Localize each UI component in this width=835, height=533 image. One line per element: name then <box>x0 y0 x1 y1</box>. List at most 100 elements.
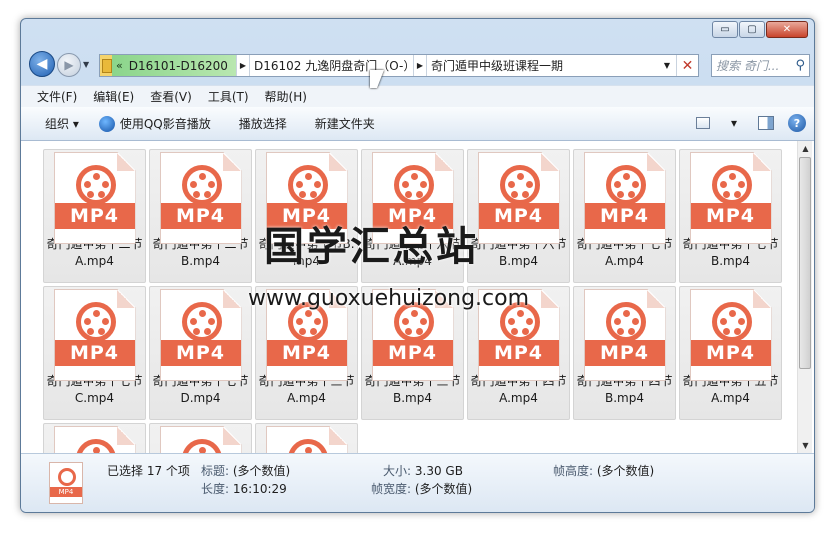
organize-button[interactable]: 组织 ▾ <box>45 115 79 132</box>
page-fold <box>752 153 771 171</box>
vertical-scrollbar[interactable]: ▲ ▼ <box>797 141 812 453</box>
breadcrumb-label: D16101-D16200 <box>128 58 228 73</box>
frame-width-field: 帧宽度: (多个数值) <box>371 480 472 497</box>
menu-help[interactable]: 帮助(H) <box>265 88 307 105</box>
file-item[interactable]: MP4 奇门遁甲第十五节A.mp4 <box>679 286 782 420</box>
film-reel-icon <box>181 165 222 205</box>
size-value: 3.30 GB <box>414 464 463 478</box>
search-placeholder: 搜索 奇门... <box>716 59 780 73</box>
file-item[interactable] <box>255 423 358 453</box>
title-value[interactable]: (多个数值) <box>233 464 290 478</box>
view-dropdown-icon[interactable]: ▾ <box>724 114 744 132</box>
file-item[interactable] <box>149 423 252 453</box>
mp4-file-icon: MP4 <box>583 289 666 381</box>
back-button[interactable]: ◀ <box>29 51 55 77</box>
folder-icon <box>102 58 112 73</box>
film-reel-icon <box>181 439 222 453</box>
film-reel-icon <box>287 439 328 453</box>
mp4-file-icon: MP4 <box>159 152 242 244</box>
file-item[interactable]: MP4 奇门遁甲第十七节B.mp4 <box>679 149 782 283</box>
film-reel-icon <box>605 302 646 342</box>
breadcrumb-current[interactable]: 奇门遁甲中级班课程一期 <box>427 55 658 76</box>
film-reel-icon <box>181 302 222 342</box>
file-item[interactable] <box>43 423 146 453</box>
page-fold <box>222 427 241 445</box>
breadcrumb-course[interactable]: D16102 九逸阴盘奇门（O-） <box>250 55 413 76</box>
mp4-file-icon: MP4 <box>159 289 242 381</box>
mp4-badge: MP4 <box>266 340 347 366</box>
breadcrumb-label: D16102 九逸阴盘奇门（O-） <box>254 59 413 73</box>
film-reel-icon <box>499 165 540 205</box>
page-fold <box>752 290 771 308</box>
search-input[interactable]: 搜索 奇门... ⚲ <box>711 54 810 77</box>
minimize-button[interactable]: ▭ <box>712 21 738 38</box>
mp4-badge: MP4 <box>584 340 665 366</box>
menu-bar: 文件(F) 编辑(E) 查看(V) 工具(T) 帮助(H) <box>21 85 814 107</box>
maximize-button[interactable]: ▢ <box>739 21 765 38</box>
recent-pages-button[interactable]: ▼ <box>83 60 89 69</box>
menu-view[interactable]: 查看(V) <box>150 88 192 105</box>
play-selection-button[interactable]: 播放选择 <box>239 115 287 132</box>
qq-play-button[interactable]: 使用QQ影音播放 <box>98 115 211 132</box>
menu-file[interactable]: 文件(F) <box>37 88 77 105</box>
film-reel-icon <box>711 302 752 342</box>
close-button[interactable]: ✕ <box>766 21 808 38</box>
mp4-badge: MP4 <box>478 340 559 366</box>
mp4-badge: MP4 <box>160 340 241 366</box>
menu-edit[interactable]: 编辑(E) <box>93 88 134 105</box>
stop-button[interactable]: ✕ <box>676 55 698 76</box>
qq-play-label: 使用QQ影音播放 <box>119 117 211 131</box>
command-bar: 组织 ▾ 使用QQ影音播放 播放选择 新建文件夹 ▾ ? <box>21 107 814 141</box>
mp4-file-icon: MP4 <box>689 289 772 381</box>
file-item[interactable]: MP4 奇门遁甲第十七节A.mp4 <box>573 149 676 283</box>
new-folder-button[interactable]: 新建文件夹 <box>315 115 375 132</box>
breadcrumb-separator[interactable]: ▶ <box>413 55 427 76</box>
watermark-url: www.guoxuehuizong.com <box>248 286 530 311</box>
toolbar-right: ▾ ? <box>696 114 806 132</box>
history-chevron-icon[interactable]: « <box>116 59 123 72</box>
mp4-badge: MP4 <box>54 203 135 229</box>
address-dropdown[interactable]: ▼ <box>658 55 676 76</box>
details-pane: MP4 已选择 17 个项 标题: (多个数值) 长度: 16:10:29 大小… <box>21 453 814 512</box>
frame-height-value[interactable]: (多个数值) <box>597 464 654 478</box>
file-item[interactable]: MP4 奇门遁甲第十二节A.mp4 <box>43 149 146 283</box>
file-item[interactable]: MP4 奇门遁甲第十四节B.mp4 <box>573 286 676 420</box>
arrow-left-icon: ◀ <box>36 56 48 72</box>
menu-tools[interactable]: 工具(T) <box>208 88 249 105</box>
frame-width-key: 帧宽度: <box>371 482 412 496</box>
file-item[interactable]: MP4 奇门遁甲第十七节D.mp4 <box>149 286 252 420</box>
page-fold <box>434 153 453 171</box>
page-fold <box>540 153 559 171</box>
page-fold <box>222 153 241 171</box>
mp4-badge: MP4 <box>54 340 135 366</box>
file-item[interactable]: MP4 奇门遁甲第十六节B.mp4 <box>467 149 570 283</box>
breadcrumb-separator[interactable]: ▶ <box>236 55 250 76</box>
help-icon[interactable]: ? <box>788 114 806 132</box>
scroll-down-icon[interactable]: ▼ <box>798 438 813 453</box>
title-field: 标题: (多个数值) <box>201 462 290 479</box>
frame-width-value[interactable]: (多个数值) <box>415 482 472 496</box>
scroll-up-icon[interactable]: ▲ <box>798 141 813 156</box>
film-reel-icon <box>287 165 328 205</box>
preview-pane-icon[interactable] <box>758 116 774 130</box>
page-fold <box>540 290 559 308</box>
mp4-file-icon <box>53 426 136 453</box>
search-icon[interactable]: ⚲ <box>795 58 805 73</box>
mp4-badge: MP4 <box>690 340 771 366</box>
length-value: 16:10:29 <box>232 482 287 496</box>
chevron-right-icon: ▶ <box>239 61 247 70</box>
file-item[interactable]: MP4 奇门遁甲第十二节B.mp4 <box>149 149 252 283</box>
breadcrumb-root[interactable]: « D16101-D16200 <box>100 55 236 76</box>
change-view-icon[interactable] <box>696 117 710 129</box>
page-fold <box>646 153 665 171</box>
forward-button[interactable]: ▶ <box>57 53 81 77</box>
scroll-thumb[interactable] <box>799 157 811 369</box>
file-item[interactable]: MP4 奇门遁甲第十七节C.mp4 <box>43 286 146 420</box>
film-reel-icon <box>58 468 76 486</box>
address-bar[interactable]: « D16101-D16200 ▶ D16102 九逸阴盘奇门（O-） ▶ 奇门… <box>99 54 699 77</box>
qq-player-icon <box>98 115 115 132</box>
breadcrumb-label: 奇门遁甲中级班课程一期 <box>431 59 564 73</box>
page-fold <box>116 153 135 171</box>
mp4-badge: MP4 <box>584 203 665 229</box>
caption-buttons: ▭ ▢ ✕ <box>712 21 808 38</box>
